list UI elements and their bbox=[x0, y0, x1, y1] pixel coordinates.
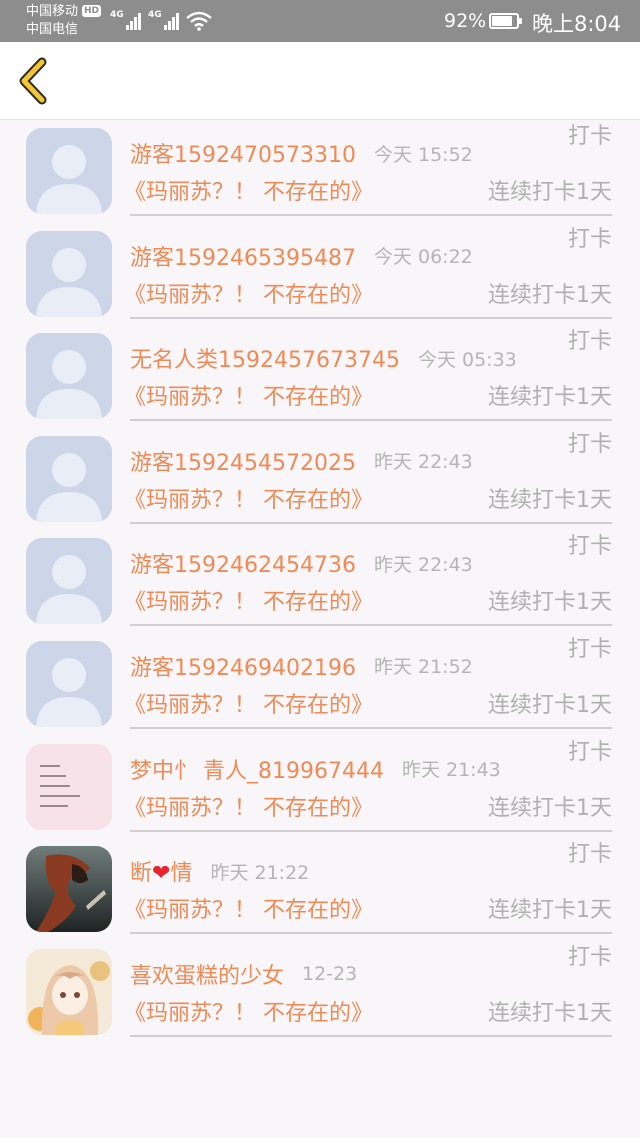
checkin-label: 打卡 bbox=[567, 226, 612, 252]
timestamp: 今天 15:52 bbox=[373, 143, 473, 166]
clock: 晚上8:04 bbox=[532, 12, 622, 36]
avatar[interactable] bbox=[26, 333, 112, 420]
list-item-8[interactable]: 断❤情 昨天 21:22 打卡 《玛丽苏？！ 不存在的》 连续打卡1天 bbox=[0, 838, 640, 941]
avatar[interactable] bbox=[26, 230, 112, 317]
hd-badge: HD bbox=[82, 5, 102, 17]
signal-2-icon: 4G bbox=[148, 10, 180, 30]
default-avatar-icon bbox=[26, 435, 112, 522]
default-avatar-icon bbox=[26, 640, 112, 727]
list-item-content: 无名人类1592457673745 今天 05:33 打卡 《玛丽苏？！ 不存在… bbox=[124, 325, 612, 422]
checkin-label: 打卡 bbox=[567, 944, 612, 970]
checkin-label: 打卡 bbox=[567, 534, 612, 560]
book-title[interactable]: 《玛丽苏？！ 不存在的》 bbox=[124, 381, 373, 415]
carrier-2: 中国电信 bbox=[26, 22, 79, 37]
username[interactable]: 喜欢蛋糕的少女 bbox=[130, 958, 284, 990]
username[interactable]: 梦中忄 青人_819967444 bbox=[130, 753, 384, 785]
avatar[interactable] bbox=[26, 948, 112, 1035]
list-item-6[interactable]: 游客1592469402196 昨天 21:52 打卡 《玛丽苏？！ 不存在的》… bbox=[0, 633, 640, 736]
username[interactable]: 游客1592469402196 bbox=[130, 650, 356, 682]
pink-text-avatar-icon bbox=[26, 743, 112, 830]
book-title[interactable]: 《玛丽苏？！ 不存在的》 bbox=[124, 689, 373, 723]
streak-label: 连续打卡1天 bbox=[488, 385, 612, 411]
username[interactable]: 游客1592465395487 bbox=[130, 240, 356, 272]
book-title[interactable]: 《玛丽苏？！ 不存在的》 bbox=[124, 176, 373, 210]
anime-avatar-icon bbox=[26, 948, 112, 1035]
streak-label: 连续打卡1天 bbox=[488, 180, 612, 205]
book-title[interactable]: 《玛丽苏？！ 不存在的》 bbox=[124, 894, 373, 928]
list-item-content: 游客1592454572025 昨天 22:43 打卡 《玛丽苏？！ 不存在的》… bbox=[124, 428, 612, 524]
timestamp: 今天 06:22 bbox=[373, 246, 473, 269]
book-title[interactable]: 《玛丽苏？！ 不存在的》 bbox=[124, 792, 373, 826]
streak-label: 连续打卡1天 bbox=[488, 1000, 612, 1026]
list-item-content: 游客1592462454736 昨天 22:43 打卡 《玛丽苏？！ 不存在的》… bbox=[124, 530, 612, 627]
username[interactable]: 游客1592462454736 bbox=[130, 547, 356, 579]
list-item-3[interactable]: 无名人类1592457673745 今天 05:33 打卡 《玛丽苏？！ 不存在… bbox=[0, 325, 640, 428]
carrier-info: 中国移动 HD 中国电信 bbox=[26, 3, 102, 39]
app-header bbox=[0, 42, 640, 120]
checkin-label: 打卡 bbox=[567, 329, 612, 355]
default-avatar-icon bbox=[26, 333, 112, 420]
list-item-4[interactable]: 游客1592454572025 昨天 22:43 打卡 《玛丽苏？！ 不存在的》… bbox=[0, 428, 640, 531]
signal-1-icon: 4G bbox=[110, 10, 142, 30]
list-item-7[interactable]: 梦中忄 青人_819967444 昨天 21:43 打卡 《玛丽苏？！ 不存在的… bbox=[0, 736, 640, 839]
checkin-label: 打卡 bbox=[567, 124, 612, 149]
back-button[interactable] bbox=[14, 56, 54, 106]
timestamp: 12-23 bbox=[302, 962, 358, 985]
checkin-list: 游客1592470573310 今天 15:52 打卡 《玛丽苏？！ 不存在的》… bbox=[0, 120, 640, 1043]
status-bar: 中国移动 HD 中国电信 4G 4G 92% 晚上8:04 bbox=[0, 0, 640, 42]
timestamp: 今天 05:33 bbox=[417, 348, 517, 371]
timestamp: 昨天 21:22 bbox=[210, 861, 310, 884]
list-item-5[interactable]: 游客1592462454736 昨天 22:43 打卡 《玛丽苏？！ 不存在的》… bbox=[0, 530, 640, 633]
default-avatar-icon bbox=[26, 230, 112, 317]
heart-icon: ❤ bbox=[152, 861, 171, 887]
streak-label: 连续打卡1天 bbox=[488, 692, 612, 718]
battery-icon bbox=[489, 13, 522, 29]
username[interactable]: 游客1592454572025 bbox=[130, 445, 356, 477]
default-avatar-icon bbox=[26, 128, 112, 214]
username[interactable]: 断❤情 bbox=[130, 855, 192, 887]
username[interactable]: 游客1592470573310 bbox=[130, 137, 356, 169]
list-item-1[interactable]: 游客1592470573310 今天 15:52 打卡 《玛丽苏？！ 不存在的》… bbox=[0, 120, 640, 223]
list-item-content: 梦中忄 青人_819967444 昨天 21:43 打卡 《玛丽苏？！ 不存在的… bbox=[124, 736, 612, 832]
battery-percent: 92% bbox=[444, 10, 487, 32]
streak-label: 连续打卡1天 bbox=[488, 898, 612, 924]
default-avatar-icon bbox=[26, 538, 112, 625]
username[interactable]: 无名人类1592457673745 bbox=[130, 342, 400, 374]
checkin-label: 打卡 bbox=[567, 636, 612, 662]
checkin-label: 打卡 bbox=[567, 739, 612, 765]
streak-label: 连续打卡1天 bbox=[488, 282, 612, 308]
chevron-left-icon bbox=[19, 57, 47, 105]
avatar[interactable] bbox=[26, 640, 112, 727]
timestamp: 昨天 22:43 bbox=[373, 553, 473, 576]
timestamp: 昨天 21:52 bbox=[373, 656, 473, 679]
illustration-avatar-icon bbox=[26, 846, 112, 933]
avatar[interactable] bbox=[26, 743, 112, 830]
list-item-content: 游客1592469402196 昨天 21:52 打卡 《玛丽苏？！ 不存在的》… bbox=[124, 633, 612, 729]
checkin-label: 打卡 bbox=[567, 431, 612, 457]
list-item-content: 游客1592470573310 今天 15:52 打卡 《玛丽苏？！ 不存在的》… bbox=[124, 120, 612, 216]
book-title[interactable]: 《玛丽苏？！ 不存在的》 bbox=[124, 279, 373, 313]
checkin-label: 打卡 bbox=[567, 842, 612, 868]
book-title[interactable]: 《玛丽苏？！ 不存在的》 bbox=[124, 997, 373, 1031]
streak-label: 连续打卡1天 bbox=[488, 487, 612, 513]
list-item-content: 断❤情 昨天 21:22 打卡 《玛丽苏？！ 不存在的》 连续打卡1天 bbox=[124, 838, 612, 935]
timestamp: 昨天 22:43 bbox=[373, 451, 473, 474]
avatar[interactable] bbox=[26, 538, 112, 625]
streak-label: 连续打卡1天 bbox=[488, 590, 612, 616]
avatar[interactable] bbox=[26, 128, 112, 214]
list-item-content: 喜欢蛋糕的少女 12-23 打卡 《玛丽苏？！ 不存在的》 连续打卡1天 bbox=[124, 941, 612, 1037]
list-item-content: 游客1592465395487 今天 06:22 打卡 《玛丽苏？！ 不存在的》… bbox=[124, 223, 612, 319]
book-title[interactable]: 《玛丽苏？！ 不存在的》 bbox=[124, 586, 373, 620]
avatar[interactable] bbox=[26, 435, 112, 522]
list-item-2[interactable]: 游客1592465395487 今天 06:22 打卡 《玛丽苏？！ 不存在的》… bbox=[0, 223, 640, 326]
streak-label: 连续打卡1天 bbox=[488, 795, 612, 821]
list-item-9[interactable]: 喜欢蛋糕的少女 12-23 打卡 《玛丽苏？！ 不存在的》 连续打卡1天 bbox=[0, 941, 640, 1044]
book-title[interactable]: 《玛丽苏？！ 不存在的》 bbox=[124, 484, 373, 518]
wifi-icon bbox=[186, 11, 212, 31]
carrier-1: 中国移动 bbox=[26, 4, 79, 19]
avatar[interactable] bbox=[26, 846, 112, 933]
timestamp: 昨天 21:43 bbox=[401, 759, 501, 782]
